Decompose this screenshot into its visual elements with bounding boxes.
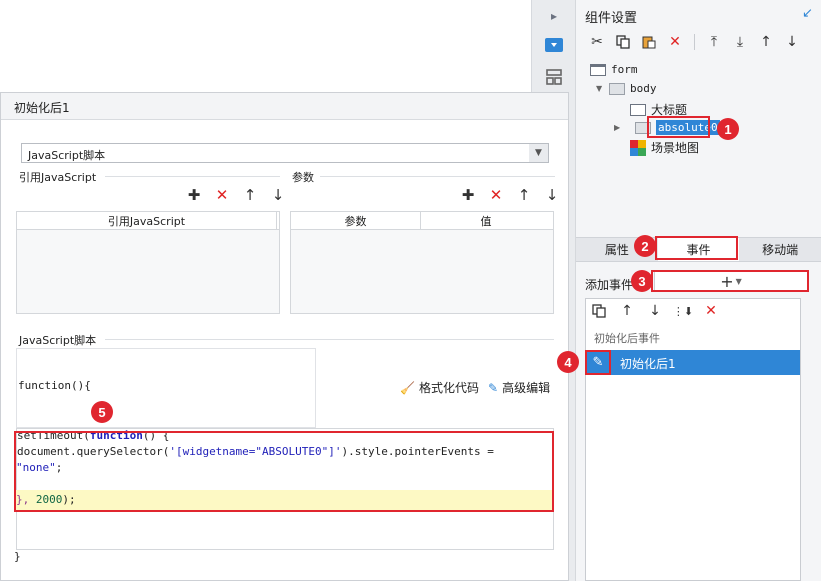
tree-node-body[interactable]: ▼ body xyxy=(596,82,657,95)
move-down-icon[interactable]: ↓ xyxy=(543,186,561,204)
paste-icon[interactable] xyxy=(640,33,658,51)
annotation-rect-3 xyxy=(651,270,809,292)
annotation-rect-4 xyxy=(585,350,611,375)
toolbar-divider xyxy=(694,34,695,50)
format-code-label: 格式化代码 xyxy=(418,381,479,395)
tree-node-label: body xyxy=(630,82,657,95)
tree-node-form[interactable]: form xyxy=(590,63,638,76)
delete-event-icon[interactable]: ✕ xyxy=(702,302,720,320)
function-close: } xyxy=(14,550,21,563)
annotation-badge-4: 4 xyxy=(557,351,579,373)
add-event-label: 添加事件 xyxy=(585,278,634,292)
tree-node-scene-map[interactable]: 场景地图 xyxy=(630,139,699,156)
action-type-select[interactable]: JavaScript脚本 xyxy=(21,143,549,163)
column-header-param: 参数 xyxy=(291,212,421,229)
move-down-icon[interactable]: ↓ xyxy=(269,186,287,204)
delete-icon[interactable]: ✕ xyxy=(487,186,505,204)
section-divider xyxy=(105,339,554,340)
annotation-rect-1 xyxy=(647,116,710,138)
params-table-header: 参数 值 xyxy=(291,212,553,230)
ref-js-table-header: 引用JavaScript xyxy=(17,212,279,230)
format-code-button[interactable]: 🧹 格式化代码 xyxy=(400,379,479,396)
column-header-value: 值 xyxy=(480,214,492,228)
move-top-icon[interactable]: ⤒ xyxy=(705,33,723,51)
annotation-rect-2 xyxy=(655,236,738,260)
move-up-icon[interactable]: ↑ xyxy=(241,186,259,204)
add-icon[interactable]: ✚ xyxy=(459,186,477,204)
move-to-icon[interactable]: ⋮⬇ xyxy=(673,302,693,320)
broom-icon: 🧹 xyxy=(400,380,415,395)
tab-mobile[interactable]: 移动端 xyxy=(739,238,821,261)
move-bottom-icon[interactable]: ⤓ xyxy=(731,33,749,51)
params-label: 参数 xyxy=(292,171,314,184)
ref-js-toolbar: ✚ ✕ ↑ ↓ xyxy=(185,186,287,204)
chevron-down-icon[interactable]: ▼ xyxy=(529,144,548,162)
advanced-edit-label: 高级编辑 xyxy=(502,381,551,395)
expand-triangle-icon[interactable]: ▶ xyxy=(614,123,622,132)
move-down-icon[interactable]: ↓ xyxy=(646,302,664,320)
params-toolbar: ✚ ✕ ↑ ↓ xyxy=(459,186,561,204)
copy-event-icon[interactable] xyxy=(590,302,608,320)
delete-icon[interactable]: ✕ xyxy=(666,33,684,51)
expand-arrow-icon[interactable]: ▸ xyxy=(541,3,567,29)
section-divider xyxy=(105,176,280,177)
edit-icon: ✎ xyxy=(488,380,499,395)
annotation-badge-2: 2 xyxy=(634,235,656,257)
delete-icon[interactable]: ✕ xyxy=(213,186,231,204)
move-down-icon[interactable]: ↓ xyxy=(783,33,801,51)
column-header: 引用JavaScript xyxy=(17,212,277,229)
add-icon[interactable]: ✚ xyxy=(185,186,203,204)
collapse-triangle-icon[interactable]: ▼ xyxy=(596,84,604,93)
annotation-badge-1: 1 xyxy=(717,118,739,140)
event-group-label: 初始化后事件 xyxy=(594,332,660,345)
panel-title: 组件设置 xyxy=(585,11,638,26)
tree-node-label: 场景地图 xyxy=(651,141,700,155)
layout-grid-icon[interactable] xyxy=(541,64,567,90)
tree-toolbar: ✂ ✕ ⤒ ⤓ ↑ ↓ xyxy=(588,33,801,51)
script-label: JavaScript脚本 xyxy=(19,334,97,347)
move-up-icon[interactable]: ↑ xyxy=(515,186,533,204)
form-icon xyxy=(590,63,606,76)
event-item[interactable] xyxy=(585,350,800,375)
function-open: function(){ xyxy=(18,379,91,392)
map-icon xyxy=(630,139,646,156)
annotation-badge-3: 3 xyxy=(631,270,653,292)
move-up-icon[interactable]: ↑ xyxy=(618,302,636,320)
body-icon xyxy=(609,82,625,95)
dialog-title-bar xyxy=(1,93,568,120)
section-divider xyxy=(320,176,555,177)
label-widget-icon xyxy=(630,103,646,116)
advanced-edit-button[interactable]: ✎ 高级编辑 xyxy=(488,379,550,396)
collapse-arrow-icon[interactable]: ↙ xyxy=(802,6,813,21)
dropdown-widget-icon[interactable] xyxy=(541,32,567,58)
move-up-icon[interactable]: ↑ xyxy=(757,33,775,51)
tree-node-label: form xyxy=(611,63,638,76)
dialog-title: 初始化后1 xyxy=(14,101,70,115)
cut-icon[interactable]: ✂ xyxy=(588,33,606,51)
ref-js-label: 引用JavaScript xyxy=(19,171,97,184)
event-toolbar: ↑ ↓ ⋮⬇ ✕ xyxy=(590,302,720,320)
event-item-label: 初始化后1 xyxy=(620,357,676,371)
annotation-badge-5: 5 xyxy=(91,401,113,423)
copy-icon[interactable] xyxy=(614,33,632,51)
annotation-rect-5 xyxy=(14,431,554,512)
